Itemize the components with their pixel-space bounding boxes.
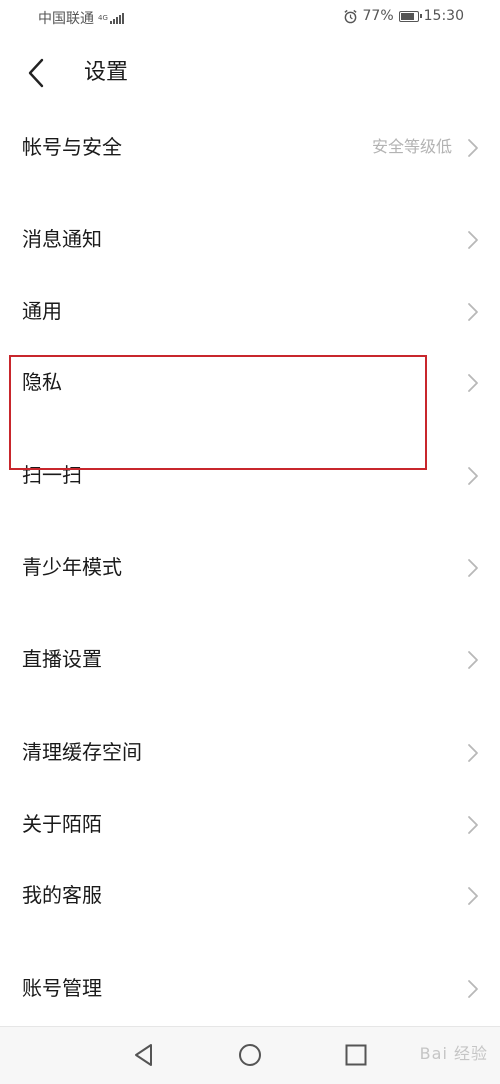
chevron-right-icon: [468, 231, 478, 249]
menu-item-label: 直播设置: [22, 647, 102, 671]
menu-item-label: 关于陌陌: [22, 812, 102, 836]
menu-item-about[interactable]: 关于陌陌: [0, 797, 500, 853]
chevron-right-icon: [468, 980, 478, 998]
menu-item-customer-service[interactable]: 我的客服: [0, 868, 500, 924]
chevron-right-icon: [468, 816, 478, 834]
clock-time: 15:30: [423, 8, 464, 24]
chevron-right-icon: [468, 559, 478, 577]
signal-icon: [110, 12, 124, 24]
alarm-icon: [343, 9, 357, 23]
chevron-right-icon: [468, 374, 478, 392]
status-right: 77% 15:30: [343, 8, 464, 24]
menu-item-label: 青少年模式: [22, 555, 122, 579]
battery-percent: 77%: [362, 8, 394, 24]
status-bar: 中国联通 4G 77% 15:30: [0, 0, 500, 36]
chevron-right-icon: [468, 887, 478, 905]
security-level-value: 安全等级低: [371, 137, 452, 156]
nav-header: 设置: [0, 40, 500, 106]
menu-item-label: 我的客服: [22, 883, 102, 907]
carrier-name: 中国联通: [38, 11, 94, 27]
chevron-right-icon: [468, 467, 478, 485]
menu-item-clear-cache[interactable]: 清理缓存空间: [0, 725, 500, 781]
menu-item-teen-mode[interactable]: 青少年模式: [0, 540, 500, 596]
chevron-right-icon: [468, 139, 478, 157]
menu-item-account-management[interactable]: 账号管理: [0, 961, 500, 1017]
menu-item-label: 账号管理: [22, 976, 102, 1000]
menu-item-account-security[interactable]: 帐号与安全 安全等级低: [0, 120, 500, 176]
status-left: 中国联通 4G: [38, 8, 124, 28]
menu-item-label: 消息通知: [22, 227, 102, 251]
back-button[interactable]: [18, 54, 58, 94]
menu-item-notifications[interactable]: 消息通知: [0, 212, 500, 268]
menu-item-live-settings[interactable]: 直播设置: [0, 632, 500, 688]
menu-item-label: 通用: [22, 299, 62, 323]
page-title: 设置: [84, 60, 129, 85]
recents-square-icon[interactable]: [342, 1041, 370, 1069]
menu-item-label: 帐号与安全: [22, 135, 122, 159]
battery-icon: [398, 10, 422, 22]
chevron-right-icon: [468, 303, 478, 321]
chevron-right-icon: [468, 744, 478, 762]
back-triangle-icon[interactable]: [130, 1041, 158, 1069]
highlight-box: [9, 355, 427, 470]
back-arrow-icon: [28, 58, 44, 88]
watermark: Bai 经验: [419, 1044, 488, 1063]
menu-item-general[interactable]: 通用: [0, 284, 500, 340]
chevron-right-icon: [468, 651, 478, 669]
network-type: 4G: [98, 13, 108, 22]
menu-item-label: 清理缓存空间: [22, 740, 142, 764]
home-circle-icon[interactable]: [236, 1041, 264, 1069]
